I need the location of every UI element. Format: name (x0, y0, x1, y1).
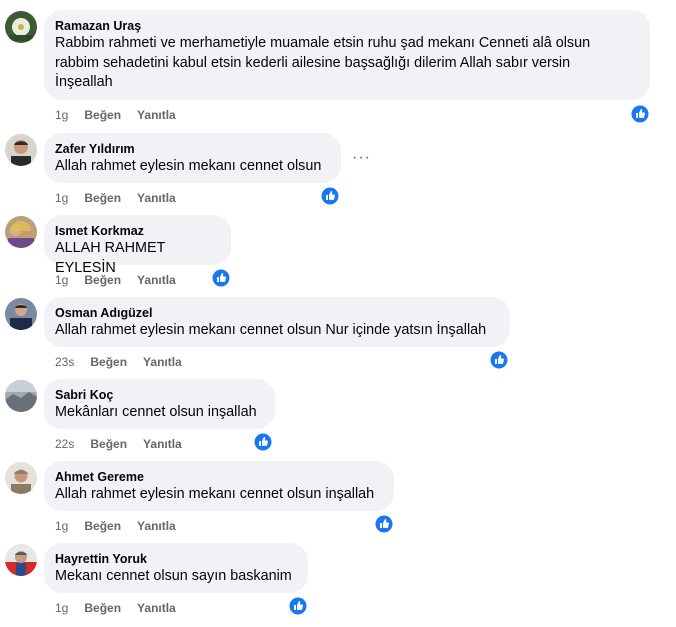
like-button[interactable]: Beğen (84, 272, 121, 288)
comment-text-line: Mekânları cennet olsun inşallah (55, 404, 257, 420)
comment-bubble: Ramazan Uraş Rabbim rahmeti ve merhameti… (44, 10, 650, 100)
comment-timestamp[interactable]: 22s (55, 436, 74, 452)
comment-text-line: rabbim sehadetini kabul etsin kederli ai… (55, 54, 571, 71)
comment-timestamp[interactable]: 1g (55, 272, 68, 288)
comment-author[interactable]: Ramazan Uraş (55, 18, 638, 34)
avatar[interactable] (5, 298, 37, 330)
comment-timestamp[interactable]: 1g (55, 600, 68, 616)
comment-bubble: Ismet Korkmaz ALLAH RAHMET EYLESİN (44, 215, 231, 276)
comment-author[interactable]: Zafer Yıldırım (55, 141, 329, 157)
thumbs-up-icon[interactable] (631, 105, 649, 123)
comment-text: Allah rahmet eylesin mekanı cennet olsun… (55, 321, 498, 341)
comment-text: Rabbim rahmeti ve merhametiyle muamale e… (55, 34, 638, 93)
comment-actions: 22s Beğen Yanıtla (55, 436, 198, 452)
comment-bubble: Osman Adıgüzel Allah rahmet eylesin meka… (44, 297, 510, 347)
reply-button[interactable]: Yanıtla (143, 354, 182, 370)
comment-text-line: Rabbim rahmeti ve merhametiyle muamale e… (55, 35, 591, 51)
comment-text-line: İnşeallah (55, 74, 113, 90)
reply-button[interactable]: Yanıtla (137, 190, 176, 206)
more-options-button[interactable]: ··· (352, 150, 371, 166)
comment-author[interactable]: Osman Adıgüzel (55, 305, 498, 321)
like-button[interactable]: Beğen (84, 518, 121, 534)
reply-button[interactable]: Yanıtla (137, 272, 176, 288)
comment-bubble: Zafer Yıldırım Allah rahmet eylesin meka… (44, 133, 341, 183)
thumbs-up-icon[interactable] (490, 351, 508, 369)
comment-author[interactable]: Ahmet Gereme (55, 469, 382, 485)
comment-timestamp[interactable]: 23s (55, 354, 74, 370)
avatar[interactable] (5, 134, 37, 166)
avatar[interactable] (5, 462, 37, 494)
comment-author[interactable]: Sabri Koç (55, 387, 263, 403)
thumbs-up-icon[interactable] (289, 597, 307, 615)
comment-timestamp[interactable]: 1g (55, 190, 68, 206)
comment-author[interactable]: Hayrettin Yoruk (55, 551, 296, 567)
comment-timestamp[interactable]: 1g (55, 107, 68, 123)
comment-actions: 1g Beğen Yanıtla (55, 600, 192, 616)
like-button[interactable]: Beğen (84, 190, 121, 206)
avatar[interactable] (5, 216, 37, 248)
comment-actions: 1g Beğen Yanıtla (55, 518, 192, 534)
like-button[interactable]: Beğen (84, 107, 121, 123)
comment-bubble: Sabri Koç Mekânları cennet olsun inşalla… (44, 379, 275, 429)
comment-author[interactable]: Ismet Korkmaz (55, 223, 219, 239)
avatar[interactable] (5, 11, 37, 43)
thumbs-up-icon[interactable] (321, 187, 339, 205)
thumbs-up-icon[interactable] (375, 515, 393, 533)
reply-button[interactable]: Yanıtla (137, 600, 176, 616)
comment-text-line: Mekanı cennet olsun sayın baskanim (55, 568, 292, 584)
thumbs-up-icon[interactable] (254, 433, 272, 451)
like-button[interactable]: Beğen (84, 600, 121, 616)
like-button[interactable]: Beğen (90, 436, 127, 452)
comment-text: Allah rahmet eylesin mekanı cennet olsun (55, 157, 329, 177)
comment-bubble: Ahmet Gereme Allah rahmet eylesin mekanı… (44, 461, 394, 511)
comment-actions: 1g Beğen Yanıtla (55, 190, 192, 206)
reply-button[interactable]: Yanıtla (143, 436, 182, 452)
comment-text-line: Allah rahmet eylesin mekanı cennet olsun (55, 158, 322, 174)
comment-text: Mekânları cennet olsun inşallah (55, 403, 263, 423)
comment-actions: 23s Beğen Yanıtla (55, 354, 198, 370)
comment-text: Allah rahmet eylesin mekanı cennet olsun… (55, 485, 382, 505)
avatar[interactable] (5, 544, 37, 576)
comment-actions: 1g Beğen Yanıtla (55, 107, 192, 123)
reply-button[interactable]: Yanıtla (137, 107, 176, 123)
comment-text-line: Allah rahmet eylesin mekanı cennet olsun… (55, 322, 487, 338)
reply-button[interactable]: Yanıtla (137, 518, 176, 534)
like-button[interactable]: Beğen (90, 354, 127, 370)
comment-text: Mekanı cennet olsun sayın baskanim (55, 567, 296, 587)
comment-timestamp[interactable]: 1g (55, 518, 68, 534)
comment-text-line: Allah rahmet eylesin mekanı cennet olsun… (55, 486, 375, 502)
comment-actions: 1g Beğen Yanıtla (55, 272, 192, 288)
avatar[interactable] (5, 380, 37, 412)
comment-bubble: Hayrettin Yoruk Mekanı cennet olsun sayı… (44, 543, 308, 593)
thumbs-up-icon[interactable] (212, 269, 230, 287)
